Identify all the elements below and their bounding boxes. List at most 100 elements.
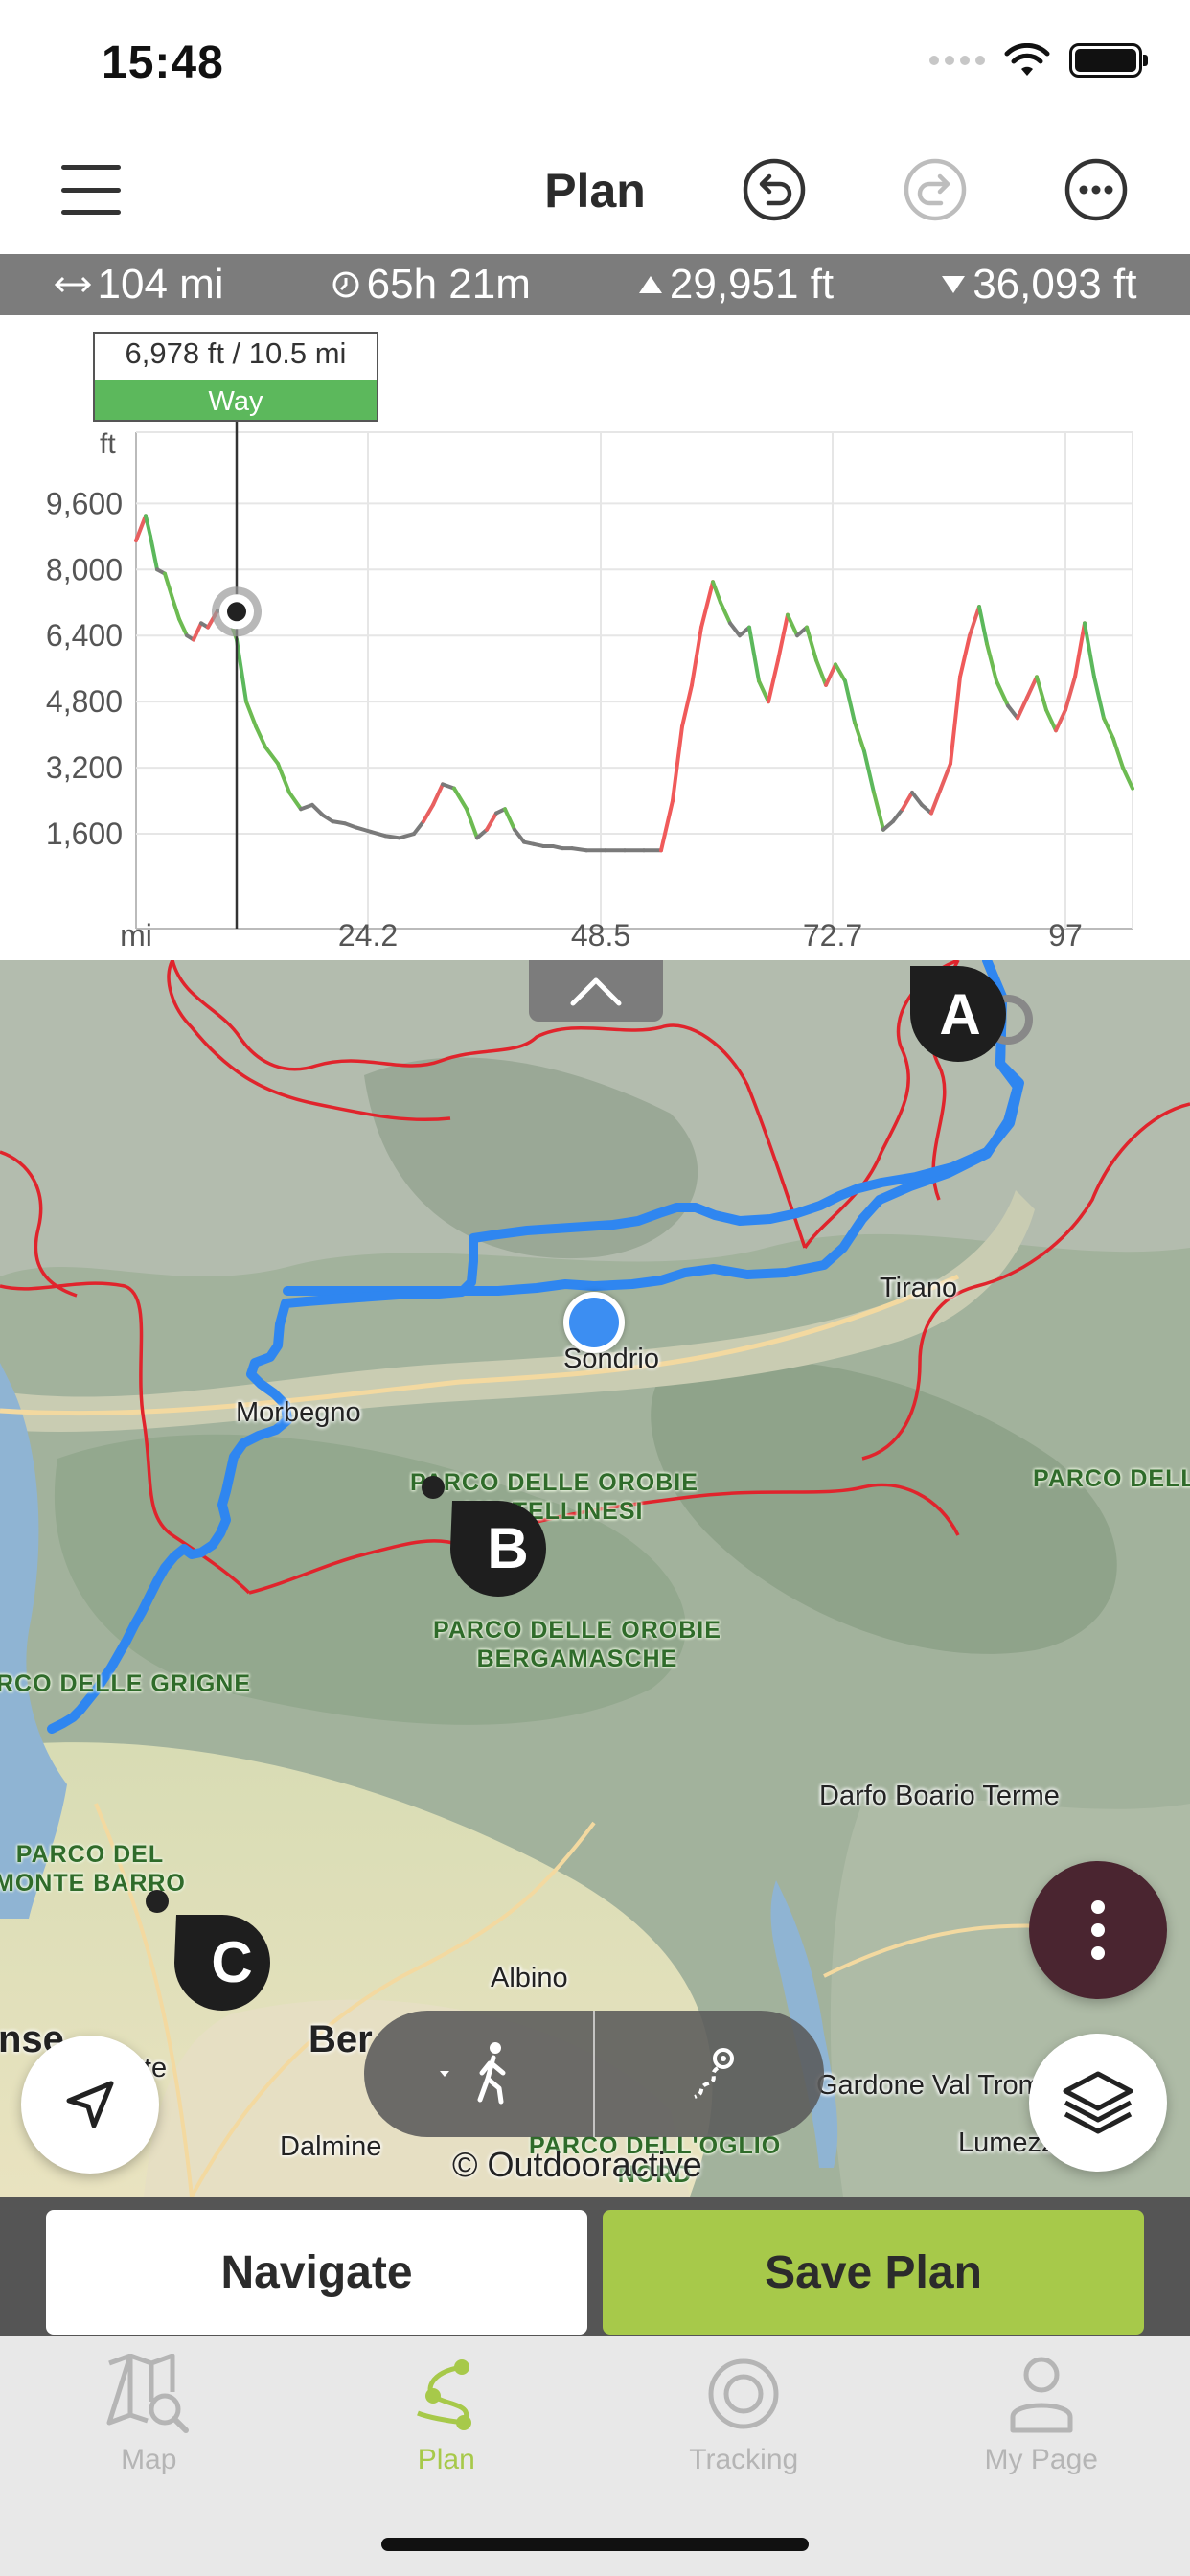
stat-descent-value: 36,093 ft bbox=[973, 261, 1137, 308]
elevation-segment bbox=[699, 580, 715, 630]
tab-map[interactable]: Map bbox=[0, 2336, 298, 2576]
descent-triangle-icon bbox=[942, 276, 966, 293]
elevation-chart-svg[interactable]: 9,600 8,000 6,400 4,800 3,200 1,600 24.2 48.5 7… bbox=[0, 315, 1190, 960]
elevation-segment bbox=[431, 782, 445, 807]
current-location-dot bbox=[563, 1292, 625, 1353]
tracking-target-icon bbox=[708, 2358, 779, 2429]
elevation-segment bbox=[891, 807, 904, 824]
y-tick-label: 9,600 bbox=[46, 486, 123, 520]
locate-me-button[interactable] bbox=[21, 2036, 159, 2174]
save-plan-button[interactable]: Save Plan bbox=[603, 2210, 1144, 2334]
tab-my-page[interactable]: My Page bbox=[893, 2336, 1190, 2576]
elevation-segment bbox=[1035, 675, 1048, 712]
elevation-segment bbox=[1102, 716, 1115, 741]
stat-descent: 36,093 ft bbox=[940, 261, 1136, 309]
place-albino: Albino bbox=[491, 1963, 568, 1993]
elevation-segment bbox=[824, 662, 837, 687]
waypoint-marker-a[interactable]: A bbox=[899, 960, 1062, 1071]
park-orobie-bergamasche: PARCO DELLE OROBIE BERGAMASCHE bbox=[433, 1617, 721, 1672]
hamburger-menu-icon[interactable] bbox=[61, 165, 121, 215]
action-bar: Navigate Save Plan bbox=[0, 2196, 1190, 2336]
waypoint-label-c: C bbox=[211, 1930, 252, 1994]
elevation-segment bbox=[968, 605, 981, 638]
x-axis-unit: mi bbox=[120, 918, 152, 953]
elevation-segment bbox=[485, 811, 498, 832]
elevation-segment bbox=[144, 514, 152, 539]
elevation-segment bbox=[949, 675, 962, 766]
elevation-segment bbox=[570, 846, 588, 853]
route-stats-bar: 104 mi 65h 21m 29,951 ft 36,093 ft bbox=[0, 254, 1190, 315]
user-icon bbox=[1010, 2357, 1073, 2433]
elevation-segment bbox=[757, 678, 770, 704]
wifi-icon bbox=[1004, 43, 1050, 76]
stat-distance-value: 104 mi bbox=[97, 261, 224, 308]
elevation-segment bbox=[1025, 675, 1039, 700]
elevation-segment bbox=[767, 658, 780, 704]
elevation-segment bbox=[1073, 621, 1087, 679]
elevation-segment bbox=[310, 802, 325, 817]
elevation-profile-chart[interactable]: 9,600 8,000 6,400 4,800 3,200 1,600 24.2 48.5 7… bbox=[0, 315, 1190, 960]
elevation-segment bbox=[254, 724, 267, 749]
elevation-segment bbox=[149, 534, 159, 572]
waypoint-marker-c[interactable]: C bbox=[142, 1876, 295, 2020]
elevation-segment bbox=[719, 600, 732, 626]
elevation-segment bbox=[383, 834, 401, 840]
elevation-segment bbox=[1064, 675, 1077, 712]
elevation-segment bbox=[728, 621, 742, 638]
y-tick-label: 1,600 bbox=[46, 816, 123, 851]
map-layers-button[interactable] bbox=[1029, 2034, 1167, 2172]
tab-plan-label: Plan bbox=[417, 2444, 475, 2475]
elevation-segment bbox=[1054, 707, 1067, 733]
navigate-button[interactable]: Navigate bbox=[46, 2210, 587, 2334]
more-options-fab[interactable] bbox=[1029, 1861, 1167, 1999]
elevation-segment bbox=[263, 745, 280, 766]
elevation-segment bbox=[412, 819, 425, 837]
route-displayed-path[interactable] bbox=[47, 960, 1024, 1734]
elevation-segment bbox=[177, 616, 189, 638]
more-horizontal-icon[interactable] bbox=[1062, 155, 1131, 224]
elevation-segment bbox=[910, 790, 924, 807]
elevation-segment bbox=[872, 790, 885, 832]
elevation-segment bbox=[862, 748, 876, 794]
elevation-segment bbox=[235, 637, 248, 704]
x-tick-label: 48.5 bbox=[571, 918, 630, 953]
status-time: 15:48 bbox=[102, 37, 224, 88]
clock-icon bbox=[332, 271, 359, 298]
home-indicator bbox=[381, 2538, 809, 2551]
stat-ascent: 29,951 ft bbox=[637, 261, 834, 309]
elevation-segment bbox=[287, 790, 303, 812]
collapse-chart-button[interactable] bbox=[529, 960, 663, 1022]
activity-type-selector[interactable] bbox=[364, 2011, 593, 2137]
elevation-segment bbox=[901, 790, 914, 812]
y-tick-label: 4,800 bbox=[46, 684, 123, 719]
waypoint-marker-b[interactable]: B bbox=[414, 1472, 548, 1597]
elevation-segment bbox=[853, 720, 866, 753]
map-view[interactable]: Tirano Sondrio Morbegno Darfo Boario Ter… bbox=[0, 960, 1190, 2196]
y-tick-label: 8,000 bbox=[46, 552, 123, 586]
elevation-segment bbox=[1111, 736, 1125, 770]
navigation-arrow-icon bbox=[66, 2081, 114, 2128]
x-tick-label: 97 bbox=[1048, 918, 1083, 953]
stat-distance: 104 mi bbox=[54, 261, 224, 309]
elevation-segment bbox=[503, 807, 516, 832]
y-tick-label: 6,400 bbox=[46, 618, 123, 653]
routing-mode-toggle[interactable] bbox=[364, 2011, 824, 2137]
elevation-segment bbox=[671, 724, 684, 803]
redo-icon[interactable] bbox=[901, 155, 970, 224]
waypoint-label-b: B bbox=[487, 1516, 528, 1580]
status-icons bbox=[929, 43, 1148, 78]
place-tirano: Tirano bbox=[880, 1273, 958, 1303]
battery-icon bbox=[1069, 43, 1148, 78]
route-snap-toggle[interactable] bbox=[595, 2011, 824, 2137]
elevation-segment bbox=[1092, 675, 1106, 721]
place-gardone: Gardone Val Tromp bbox=[816, 2070, 1057, 2101]
place-morbegno: Morbegno bbox=[236, 1397, 361, 1428]
elevation-segment bbox=[1016, 695, 1029, 721]
ascent-triangle-icon bbox=[638, 276, 662, 293]
chart-cursor-point[interactable] bbox=[227, 602, 246, 622]
undo-icon[interactable] bbox=[740, 155, 809, 224]
tab-tracking-label: Tracking bbox=[689, 2444, 799, 2475]
elevation-segment bbox=[834, 662, 847, 683]
park-east: PARCO DELL bbox=[1033, 1465, 1190, 1492]
elevation-segment bbox=[192, 621, 203, 642]
